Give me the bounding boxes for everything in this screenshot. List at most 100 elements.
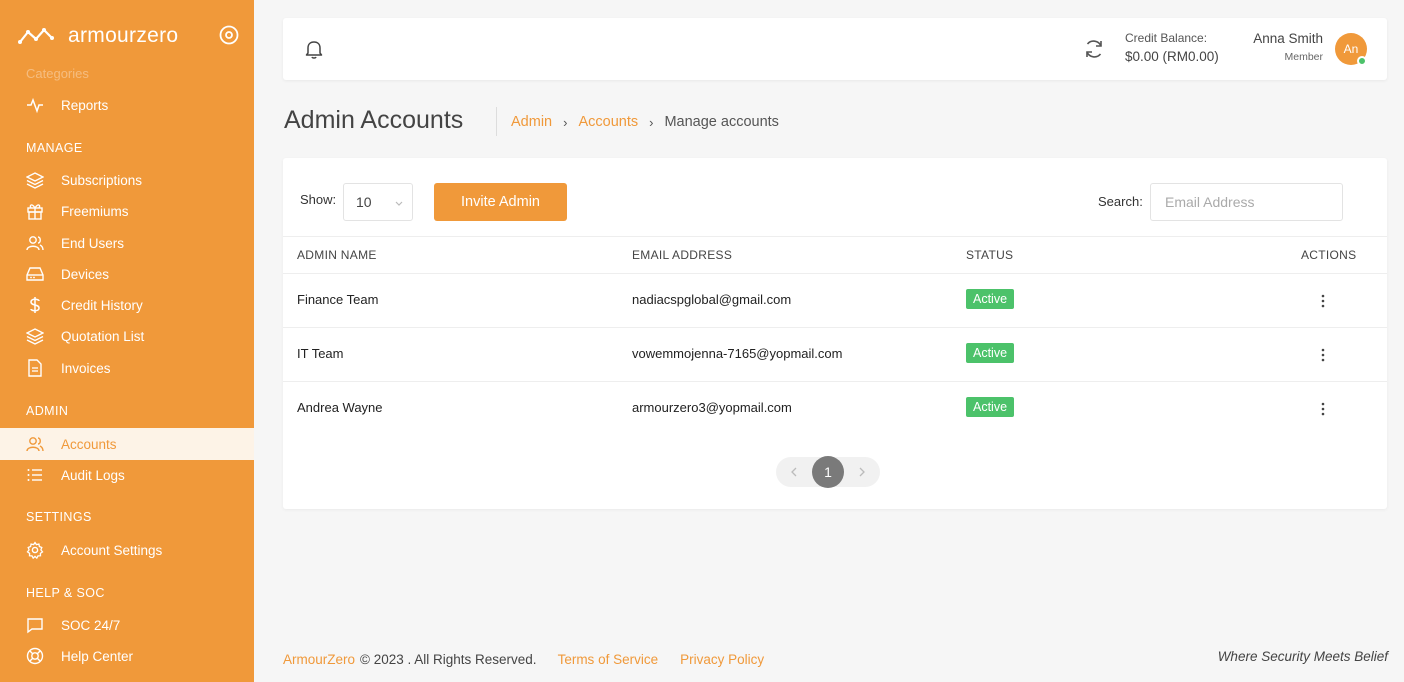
sidebar-item-accounts[interactable]: Accounts bbox=[0, 428, 254, 460]
section-manage: MANAGE bbox=[26, 141, 83, 155]
chevron-right-icon: › bbox=[649, 114, 654, 130]
chevron-down-icon bbox=[395, 201, 403, 206]
users-icon bbox=[26, 234, 44, 252]
footer-tagline: Where Security Meets Belief bbox=[1217, 649, 1388, 664]
sidebar-item-invoices[interactable]: Invoices bbox=[0, 352, 254, 384]
table-row: Andrea Wayne armourzero3@yopmail.com Act… bbox=[283, 382, 1387, 436]
chevron-right-icon[interactable] bbox=[854, 464, 870, 480]
sidebar-item-label: Help Center bbox=[61, 648, 134, 664]
breadcrumb: Admin › Accounts › Manage accounts bbox=[511, 114, 779, 130]
sidebar-item-label: Audit Logs bbox=[61, 467, 125, 483]
section-settings: SETTINGS bbox=[26, 510, 92, 524]
breadcrumb-accounts[interactable]: Accounts bbox=[578, 114, 638, 130]
chevron-left-icon[interactable] bbox=[786, 464, 802, 480]
sidebar-item-label: Freemiums bbox=[61, 203, 129, 219]
table-row: Finance Team nadiacspglobal@gmail.com Ac… bbox=[283, 274, 1387, 328]
refresh-icon[interactable] bbox=[1083, 38, 1105, 60]
status-badge: Active bbox=[966, 343, 1015, 363]
search-label: Search: bbox=[1098, 194, 1143, 209]
sidebar-item-quotation-list[interactable]: Quotation List bbox=[0, 320, 254, 352]
sidebar: armourzero Categories Reports MANAGE Sub… bbox=[0, 0, 254, 682]
user-name: Anna Smith bbox=[1253, 31, 1323, 46]
admin-name: IT Team bbox=[297, 346, 344, 361]
sidebar-item-credit-history[interactable]: Credit History bbox=[0, 289, 254, 321]
users-icon bbox=[26, 435, 44, 453]
breadcrumb-current: Manage accounts bbox=[664, 114, 779, 130]
user-role: Member bbox=[1284, 51, 1323, 63]
sidebar-item-end-users[interactable]: End Users bbox=[0, 227, 254, 259]
status-badge: Active bbox=[966, 397, 1015, 417]
list-icon bbox=[26, 466, 44, 484]
chevron-right-icon: › bbox=[563, 114, 568, 130]
sidebar-item-label: Devices bbox=[61, 266, 110, 282]
credit-balance: Credit Balance: $0.00 (RM0.00) bbox=[1125, 31, 1219, 64]
admin-name: Finance Team bbox=[297, 292, 379, 307]
column-header-status: STATUS bbox=[966, 248, 1014, 262]
sidebar-item-soc[interactable]: SOC 24/7 bbox=[0, 609, 254, 641]
sidebar-item-reports[interactable]: Reports bbox=[0, 89, 254, 121]
credit-label: Credit Balance: bbox=[1125, 31, 1208, 45]
sidebar-item-label: Credit History bbox=[61, 297, 143, 313]
topbar: Credit Balance: $0.00 (RM0.00) Anna Smit… bbox=[283, 18, 1387, 80]
column-header-email: EMAIL ADDRESS bbox=[632, 248, 733, 262]
message-square-icon bbox=[26, 616, 44, 634]
target-settings-icon[interactable] bbox=[218, 24, 240, 46]
page-title: Admin Accounts bbox=[284, 106, 464, 134]
footer-brand-link[interactable]: ArmourZero bbox=[283, 652, 355, 667]
more-vertical-icon[interactable] bbox=[1317, 400, 1329, 418]
show-label: Show: bbox=[300, 192, 337, 207]
search-input[interactable] bbox=[1150, 183, 1343, 221]
sidebar-item-label: Subscriptions bbox=[61, 172, 143, 188]
page-number-button[interactable]: 1 bbox=[812, 456, 844, 488]
title-divider bbox=[496, 107, 497, 136]
footer-copyright: © 2023 . All Rights Reserved. bbox=[360, 652, 537, 667]
gift-icon bbox=[26, 202, 44, 220]
sidebar-item-devices[interactable]: Devices bbox=[0, 258, 254, 290]
file-text-icon bbox=[26, 359, 44, 377]
email-address: vowemmojenna-7165@yopmail.com bbox=[632, 346, 843, 361]
brand-name: armourzero bbox=[68, 24, 179, 47]
layers-icon bbox=[26, 171, 44, 189]
dollar-icon bbox=[26, 296, 44, 314]
more-vertical-icon[interactable] bbox=[1317, 346, 1329, 364]
breadcrumb-admin[interactable]: Admin bbox=[511, 114, 552, 130]
sidebar-item-label: Reports bbox=[61, 97, 109, 113]
page-size-select[interactable]: 10 bbox=[343, 183, 413, 221]
table-header: ADMIN NAME EMAIL ADDRESS STATUS ACTIONS bbox=[283, 236, 1387, 274]
sidebar-item-help-center[interactable]: Help Center bbox=[0, 640, 254, 672]
footer: ArmourZero © 2023 . All Rights Reserved.… bbox=[283, 652, 764, 667]
activity-icon bbox=[26, 96, 44, 114]
logo-icon bbox=[18, 28, 54, 44]
column-header-actions: ACTIONS bbox=[1301, 248, 1357, 262]
sidebar-item-account-settings[interactable]: Account Settings bbox=[0, 534, 254, 566]
life-buoy-icon bbox=[26, 647, 44, 665]
brand[interactable]: armourzero bbox=[18, 22, 240, 50]
bell-icon[interactable] bbox=[303, 38, 325, 60]
hard-drive-icon bbox=[26, 265, 44, 283]
sidebar-item-freemiums[interactable]: Freemiums bbox=[0, 195, 254, 227]
sidebar-item-audit-logs[interactable]: Audit Logs bbox=[0, 459, 254, 491]
privacy-policy-link[interactable]: Privacy Policy bbox=[680, 652, 764, 667]
online-status-dot bbox=[1357, 56, 1367, 66]
layers-icon bbox=[26, 327, 44, 345]
sidebar-item-label: Account Settings bbox=[61, 542, 163, 558]
gear-icon bbox=[26, 541, 44, 559]
sidebar-item-subscriptions[interactable]: Subscriptions bbox=[0, 164, 254, 196]
accounts-card: Show: 10 Invite Admin Search: ADMIN NAME… bbox=[283, 158, 1387, 509]
status-badge: Active bbox=[966, 289, 1015, 309]
page-size-value: 10 bbox=[356, 194, 372, 210]
terms-of-service-link[interactable]: Terms of Service bbox=[558, 652, 659, 667]
credit-value: $0.00 (RM0.00) bbox=[1125, 49, 1219, 64]
column-header-admin-name: ADMIN NAME bbox=[297, 248, 377, 262]
sidebar-item-label: SOC 24/7 bbox=[61, 617, 121, 633]
sidebar-item-label: Invoices bbox=[61, 360, 111, 376]
invite-admin-button[interactable]: Invite Admin bbox=[434, 183, 567, 221]
user-info[interactable]: Anna Smith Member bbox=[1253, 31, 1323, 63]
table-row: IT Team vowemmojenna-7165@yopmail.com Ac… bbox=[283, 328, 1387, 382]
email-address: nadiacspglobal@gmail.com bbox=[632, 292, 792, 307]
more-vertical-icon[interactable] bbox=[1317, 292, 1329, 310]
sidebar-item-categories-faded: Categories bbox=[26, 66, 89, 81]
section-admin: ADMIN bbox=[26, 404, 69, 418]
section-help-soc: HELP & SOC bbox=[26, 586, 105, 600]
sidebar-item-label: Accounts bbox=[61, 436, 117, 452]
